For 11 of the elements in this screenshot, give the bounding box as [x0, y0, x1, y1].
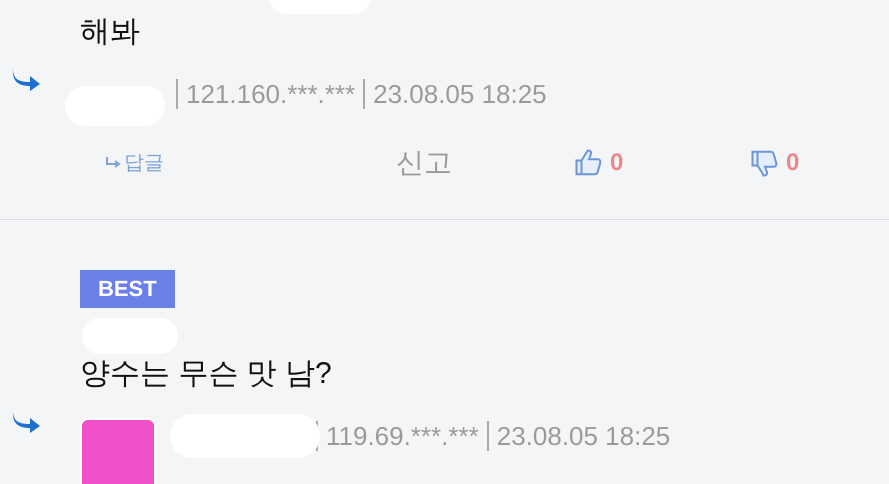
comment-meta: 23.08.05 18:25	[496, 420, 670, 452]
comment-text: 양수는 무슨 맛 남?	[80, 356, 333, 392]
comment-text: 해봐	[80, 14, 141, 50]
reply-button[interactable]: 답글	[106, 148, 396, 178]
comment-meta: 23.08.05 18:25	[373, 78, 547, 110]
like-button[interactable]: 0	[574, 145, 750, 181]
best-badge: BEST	[80, 270, 175, 308]
comment-meta: 119.69.***.***	[326, 420, 479, 452]
comment-meta: 121.160.***.***	[186, 78, 356, 110]
dislike-button[interactable]: 0	[750, 145, 800, 181]
report-button[interactable]: 신고	[396, 142, 574, 184]
